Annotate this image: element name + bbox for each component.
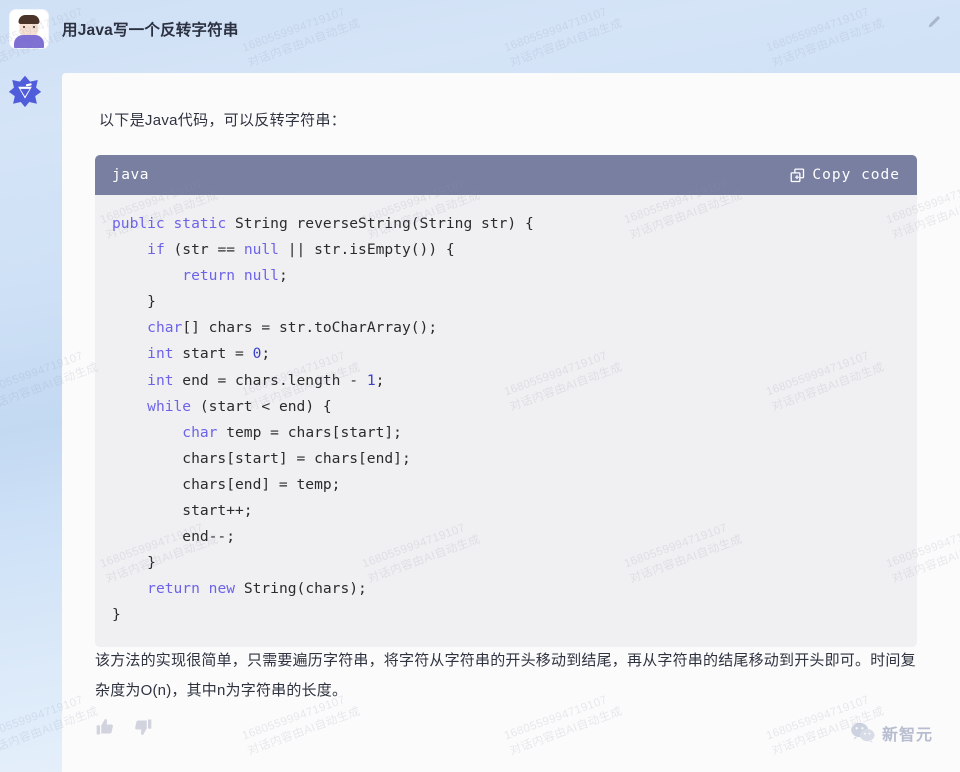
- copy-code-button[interactable]: Copy code: [790, 167, 900, 183]
- copy-code-label: Copy code: [812, 167, 900, 183]
- code-language-label: java: [112, 167, 149, 183]
- thumbs-up-icon[interactable]: [95, 717, 115, 737]
- wechat-logo-icon: [851, 722, 875, 743]
- assistant-answer-panel: 以下是Java代码，可以反转字符串： java Copy code public…: [62, 73, 960, 772]
- code-block-header: java Copy code: [95, 155, 917, 195]
- brand-name: 新智元: [881, 727, 933, 744]
- code-block: java Copy code public static String reve…: [95, 155, 917, 647]
- avatar-eye-left: [23, 26, 25, 28]
- copy-code-icon: [790, 167, 805, 182]
- thumbs-down-icon[interactable]: [133, 717, 153, 737]
- pencil-edit-icon[interactable]: [926, 14, 942, 30]
- user-message-row: 用Java写一个反转字符串: [0, 0, 960, 58]
- assistant-closing-text: 该方法的实现很简单，只需要遍历字符串，将字符从字符串的开头移动到结尾，再从字符串…: [95, 652, 916, 699]
- avatar-eye-right: [33, 26, 35, 28]
- ai-star-logo-icon: [8, 75, 42, 108]
- code-block-content: public static String reverseString(Strin…: [95, 195, 917, 647]
- brand-watermark: 新智元: [850, 721, 933, 745]
- assistant-intro-text: 以下是Java代码，可以反转字符串：: [99, 112, 347, 129]
- user-avatar-icon: [10, 10, 48, 48]
- feedback-controls: [95, 717, 153, 737]
- chat-screenshot-root: 用Java写一个反转字符串 以下是Java代码，可以反转字符串： java Co…: [0, 0, 960, 772]
- avatar-body-shape: [14, 35, 44, 48]
- avatar-hair-shape: [18, 15, 40, 24]
- user-message-text: 用Java写一个反转字符串: [62, 22, 239, 39]
